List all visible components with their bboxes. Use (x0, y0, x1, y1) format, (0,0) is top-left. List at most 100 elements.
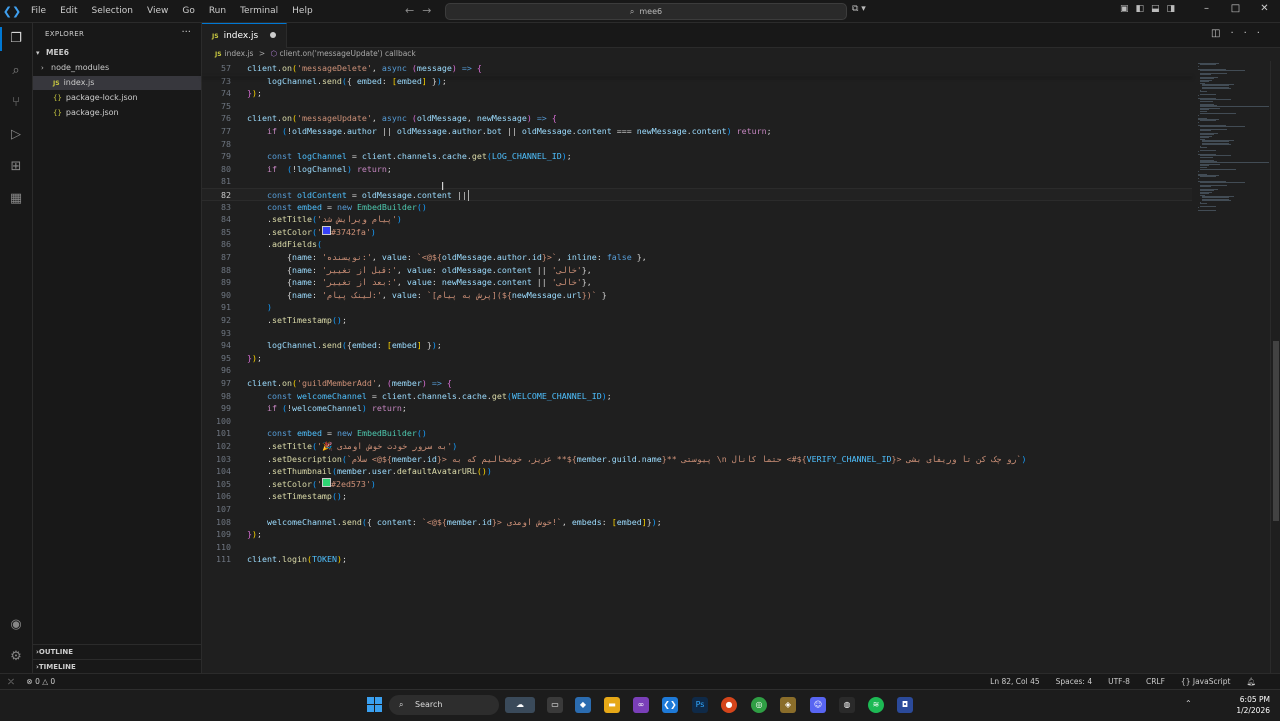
task-view-icon[interactable]: ▭ (547, 697, 563, 713)
explorer-icon[interactable]: ❐ (6, 29, 26, 49)
timeline-section[interactable]: ›TIMELINE (33, 659, 201, 674)
menu-file[interactable]: File (24, 0, 53, 22)
code-line[interactable]: 88 {name: 'قبل از تغییر:', value: oldMes… (202, 264, 1192, 277)
forward-arrow-icon[interactable]: → (422, 4, 439, 17)
code-line[interactable]: 89 {name: 'بعد از تغییر:', value: newMes… (202, 276, 1192, 289)
code-line[interactable]: 97client.on('guildMemberAdd', (member) =… (202, 377, 1192, 390)
minimap[interactable] (1192, 61, 1270, 221)
account-icon[interactable]: ◉ (6, 615, 26, 635)
manage-gear-icon[interactable]: ⚙ (6, 647, 26, 667)
unsaved-dot-icon[interactable] (270, 32, 276, 38)
search-view-icon[interactable]: ⌕ (6, 61, 26, 81)
split-editor-icon[interactable]: ◫ (1211, 28, 1230, 39)
menu-edit[interactable]: Edit (53, 0, 84, 22)
indentation[interactable]: Spaces: 4 (1056, 674, 1092, 689)
code-line[interactable]: 94 logChannel.send({embed: [embed] }); (202, 339, 1192, 352)
chrome-icon[interactable]: ◎ (751, 697, 767, 713)
run-debug-icon[interactable]: ▷ (6, 125, 26, 145)
code-line[interactable]: 85 .setColor('#3742fa') (202, 226, 1192, 239)
code-line[interactable]: 98 const welcomeChannel = client.channel… (202, 390, 1192, 403)
code-line[interactable]: 87 {name: 'نویسنده:', value: `<@${oldMes… (202, 251, 1192, 264)
spotify-icon[interactable]: ≋ (868, 697, 884, 713)
code-line[interactable]: 74}); (202, 87, 1192, 100)
code-line[interactable]: 91 ) (202, 301, 1192, 314)
menu-run[interactable]: Run (202, 0, 233, 22)
code-line[interactable]: 107 (202, 503, 1192, 516)
maximize-icon[interactable]: □ (1221, 3, 1250, 14)
command-center-search[interactable]: ⌕ mee6 (445, 3, 847, 20)
windows-start-icon[interactable] (367, 697, 383, 713)
more-actions-icon[interactable]: ··· (181, 27, 191, 38)
back-arrow-icon[interactable]: ← (405, 4, 422, 17)
app-icon[interactable]: ◘ (897, 697, 913, 713)
visual-studio-icon[interactable]: ∞ (633, 697, 649, 713)
remote-icon[interactable]: ⤫ (8, 677, 14, 686)
code-line[interactable]: 100 (202, 415, 1192, 428)
menu-view[interactable]: View (140, 0, 175, 22)
tree-item-package-lock[interactable]: {}package-lock.json (33, 91, 201, 105)
code-line[interactable]: 101 const embed = new EmbedBuilder() (202, 427, 1192, 440)
code-line[interactable]: 105 .setColor('#2ed573') (202, 478, 1192, 491)
code-line[interactable]: 109}); (202, 528, 1192, 541)
notifications-bell-icon[interactable]: 🔔︎ (1246, 674, 1256, 689)
code-line[interactable]: 103 .setDescription(`سلام <@${member.id}… (202, 453, 1192, 466)
widgets-icon[interactable]: ☁ (505, 697, 535, 713)
code-line[interactable]: 102 .setTitle('🎉 به سرور خودت خوش اومدی'… (202, 440, 1192, 453)
menu-selection[interactable]: Selection (85, 0, 140, 22)
extensions-icon[interactable]: ⊞ (6, 157, 26, 177)
toggle-sidebar-icon[interactable]: ◧ (1136, 4, 1152, 14)
code-line[interactable]: 83 const embed = new EmbedBuilder() (202, 201, 1192, 214)
photoshop-icon[interactable]: Ps (692, 697, 708, 713)
code-line[interactable]: 78 (202, 138, 1192, 151)
code-line[interactable]: 73 logChannel.send({ embed: [embed] }); (202, 75, 1192, 88)
menu-go[interactable]: Go (175, 0, 201, 22)
code-line[interactable]: 110 (202, 541, 1192, 554)
code-line[interactable]: 93 (202, 327, 1192, 340)
vertical-scrollbar[interactable] (1270, 61, 1280, 673)
tab-index-js[interactable]: JS index.js (202, 23, 287, 48)
copilot-icon[interactable]: ⧉ ▾ (852, 4, 866, 14)
project-folder[interactable]: ▾MEE6 (33, 46, 201, 60)
app-icon[interactable]: ◈ (780, 697, 796, 713)
scrollbar-thumb[interactable] (1273, 341, 1279, 521)
language-mode[interactable]: {} JavaScript (1181, 674, 1231, 689)
cursor-position[interactable]: Ln 82, Col 45 (990, 674, 1039, 689)
code-line[interactable]: 111client.login(TOKEN); (202, 553, 1192, 566)
source-control-icon[interactable]: ⑂ (6, 93, 26, 113)
more-actions-icon[interactable]: ··· (1230, 28, 1270, 39)
code-editor[interactable]: 57client.on('messageDelete', async (mess… (202, 61, 1192, 673)
code-line[interactable]: 92 .setTimestamp(); (202, 314, 1192, 327)
code-line[interactable]: 75 (202, 100, 1192, 113)
problems-indicator[interactable]: ⊗ 0 △ 0 (26, 677, 55, 686)
file-explorer-icon[interactable]: ▬ (604, 697, 620, 713)
code-line[interactable]: 57client.on('messageDelete', async (mess… (202, 62, 1192, 75)
close-icon[interactable]: ✕ (1250, 3, 1279, 14)
taskbar-search[interactable]: ⌕ Search (389, 695, 499, 715)
breadcrumb-symbol[interactable]: client.on('messageUpdate') callback (280, 49, 416, 58)
customize-layout-icon[interactable]: ▣ (1120, 4, 1136, 14)
breadcrumb-file[interactable]: index.js (225, 49, 254, 58)
code-line[interactable]: 77 if (!oldMessage.author || oldMessage.… (202, 125, 1192, 138)
code-line[interactable]: 106 .setTimestamp(); (202, 490, 1192, 503)
vscode-taskbar-icon[interactable]: ❮❯ (662, 697, 678, 713)
code-line[interactable]: 76client.on('messageUpdate', async (oldM… (202, 112, 1192, 125)
code-line[interactable]: 86 .addFields( (202, 238, 1192, 251)
minimize-icon[interactable]: – (1192, 3, 1221, 14)
menu-help[interactable]: Help (285, 0, 320, 22)
tree-item-index-js[interactable]: JSindex.js (33, 76, 201, 90)
firefox-icon[interactable]: ● (721, 697, 737, 713)
code-line[interactable]: 82 const oldContent = oldMessage.content… (202, 188, 1192, 201)
code-line[interactable]: 90 {name: 'لینک پیام:', value: `[پرش به … (202, 289, 1192, 302)
code-line[interactable]: 95}); (202, 352, 1192, 365)
line-ending[interactable]: CRLF (1146, 674, 1165, 689)
outline-section[interactable]: ›OUTLINE (33, 644, 201, 659)
discord-icon[interactable]: ☺ (810, 697, 826, 713)
toggle-panel-icon[interactable]: ⬓ (1151, 4, 1167, 14)
toggle-secondary-sidebar-icon[interactable]: ◨ (1167, 4, 1183, 14)
code-line[interactable]: 80 if (!logChannel) return; (202, 163, 1192, 176)
encoding[interactable]: UTF-8 (1108, 674, 1130, 689)
copilot-app-icon[interactable]: ◆ (575, 697, 591, 713)
code-line[interactable]: 96 (202, 364, 1192, 377)
code-line[interactable]: 104 .setThumbnail(member.user.defaultAva… (202, 465, 1192, 478)
code-line[interactable]: 108 welcomeChannel.send({ content: `<@${… (202, 516, 1192, 529)
